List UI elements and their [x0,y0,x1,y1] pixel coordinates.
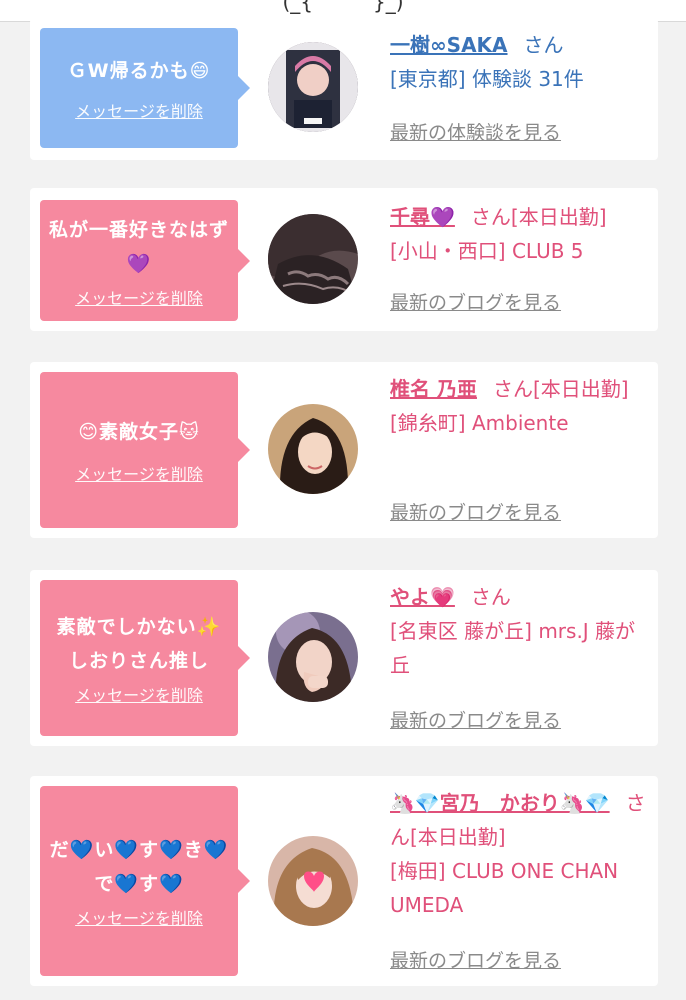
avatar[interactable] [268,214,358,304]
message-bubble: 素敵でしかない✨しおりさん推し メッセージを削除 [40,580,250,736]
profile-info: 千尋💜 さん[本日出勤] [小山・西口] CLUB 5 [390,200,650,268]
shop-info: [東京都] 体験談 31件 [390,67,584,91]
name-suffix: さん[本日出勤] [492,377,629,401]
name-link[interactable]: 千尋💜 [390,205,455,229]
message-bubble: 私が一番好きなはず💜 メッセージを削除 [40,200,250,321]
name-link[interactable]: 椎名 乃亜 [390,377,477,401]
delete-message-link[interactable]: メッセージを削除 [75,98,203,122]
message-bubble: ＧW帰るかも😄 メッセージを削除 [40,28,250,148]
profile-info: 🦄💎宮乃 かおり🦄💎 さん[本日出勤] [梅田] CLUB ONE CHAN UM… [390,786,650,922]
shop-info: [名東区 藤が丘] mrs.J 藤が丘 [390,619,636,677]
name-suffix: さん [470,585,511,609]
latest-blog-link[interactable]: 最新のブログを見る [390,706,561,733]
partial-page-title: (_{ }_) [282,0,404,14]
delete-message-link[interactable]: メッセージを削除 [75,905,203,929]
avatar[interactable] [268,404,358,494]
oshi-card: 私が一番好きなはず💜 メッセージを削除 千尋💜 さん[本日出勤] [小山・西口] … [30,188,658,331]
latest-blog-link[interactable]: 最新のブログを見る [390,498,561,525]
message-bubble: だ💙い💙す💙き💙で💙す💙 メッセージを削除 [40,786,250,976]
delete-message-link[interactable]: メッセージを削除 [75,461,203,485]
name-link[interactable]: やよ💗 [390,585,455,609]
name-link[interactable]: 🦄💎宮乃 かおり🦄💎 [390,791,610,815]
profile-info: 椎名 乃亜 さん[本日出勤] [錦糸町] Ambiente [390,372,650,440]
name-suffix: さん[本日出勤] [470,205,607,229]
message-text: 私が一番好きなはず💜 [48,218,229,275]
message-text: 😊素敵女子🐱 [78,421,200,443]
latest-blog-link[interactable]: 最新のブログを見る [390,288,561,315]
avatar[interactable] [268,836,358,926]
shop-info: [小山・西口] CLUB 5 [390,239,584,263]
name-link[interactable]: 一樹∞SAKA [390,33,508,57]
oshi-card: 😊素敵女子🐱 メッセージを削除 椎名 乃亜 さん[本日出勤] [錦糸町] Ambi… [30,362,658,538]
message-bubble: 😊素敵女子🐱 メッセージを削除 [40,372,250,528]
oshi-card: 素敵でしかない✨しおりさん推し メッセージを削除 やよ💗 さん [名東区 藤が丘]… [30,570,658,746]
avatar-photo-icon [268,612,358,702]
delete-message-link[interactable]: メッセージを削除 [75,285,203,309]
avatar-photo-icon [268,836,358,926]
avatar[interactable] [268,612,358,702]
oshi-card: ＧW帰るかも😄 メッセージを削除 一樹∞SAKA さん [東京都] 体験談 31件… [30,18,658,160]
shop-info: [錦糸町] Ambiente [390,411,569,435]
shop-info: [梅田] CLUB ONE CHAN UMEDA [390,859,619,917]
profile-info: 一樹∞SAKA さん [東京都] 体験談 31件 [390,28,650,96]
latest-blog-link[interactable]: 最新のブログを見る [390,946,561,973]
avatar-photo-icon [268,214,358,304]
avatar-photo-icon [268,404,358,494]
avatar-photo-icon [268,42,358,132]
message-text: だ💙い💙す💙き💙で💙す💙 [49,839,229,895]
oshi-card: だ💙い💙す💙き💙で💙す💙 メッセージを削除 🦄💎宮乃 かおり🦄💎 さん[本日出勤]… [30,776,658,986]
profile-info: やよ💗 さん [名東区 藤が丘] mrs.J 藤が丘 [390,580,650,682]
delete-message-link[interactable]: メッセージを削除 [75,682,203,706]
avatar[interactable] [268,42,358,132]
name-suffix: さん [523,33,564,57]
latest-review-link[interactable]: 最新の体験談を見る [390,118,561,145]
message-text: 素敵でしかない✨しおりさん推し [56,616,222,672]
message-text: ＧW帰るかも😄 [67,60,211,82]
